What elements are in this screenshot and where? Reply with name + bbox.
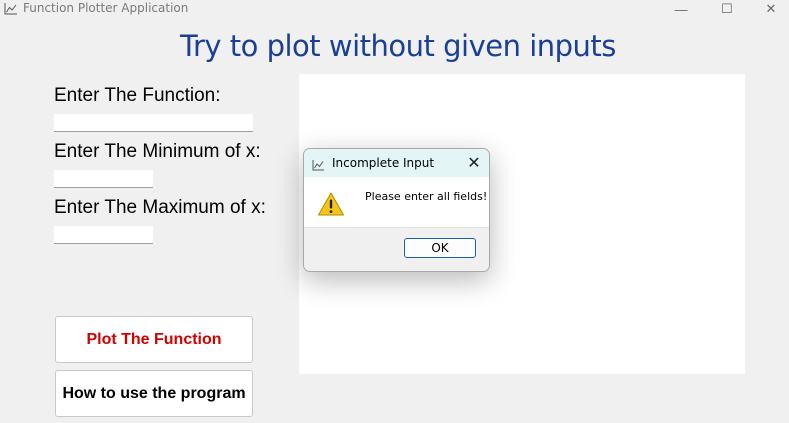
min-x-input[interactable]: [54, 170, 153, 188]
max-x-label: Enter The Maximum of x:: [54, 197, 266, 218]
function-input[interactable]: [54, 114, 253, 132]
line-chart-icon: [4, 2, 18, 15]
dialog-body: Please enter all fields!: [304, 177, 489, 227]
minimize-button[interactable]: —: [658, 0, 704, 18]
how-to-use-button[interactable]: How to use the program: [55, 370, 253, 417]
function-label: Enter The Function:: [54, 85, 221, 106]
dialog-close-button[interactable]: ✕: [464, 152, 484, 172]
window-title: Function Plotter Application: [23, 1, 189, 15]
maximize-button[interactable]: ☐: [704, 0, 750, 18]
ok-button[interactable]: OK: [404, 238, 476, 258]
incomplete-input-dialog: Incomplete Input ✕ Please enter all fiel…: [303, 148, 490, 272]
dialog-title-bar: Incomplete Input ✕: [304, 149, 489, 177]
min-x-label: Enter The Minimum of x:: [54, 141, 261, 162]
max-x-input[interactable]: [54, 226, 153, 244]
warning-icon: [317, 191, 345, 217]
title-bar: Function Plotter Application — ☐ ✕: [0, 0, 789, 18]
dialog-footer: OK: [304, 227, 489, 271]
page-headline: Try to plot without given inputs: [180, 29, 616, 63]
plot-function-button[interactable]: Plot The Function: [55, 316, 253, 363]
app-window: Function Plotter Application — ☐ ✕ Try t…: [0, 0, 789, 423]
close-window-button[interactable]: ✕: [748, 0, 789, 18]
dialog-message: Please enter all fields!: [365, 190, 488, 203]
dialog-title: Incomplete Input: [332, 156, 435, 170]
line-chart-icon: [312, 156, 325, 171]
